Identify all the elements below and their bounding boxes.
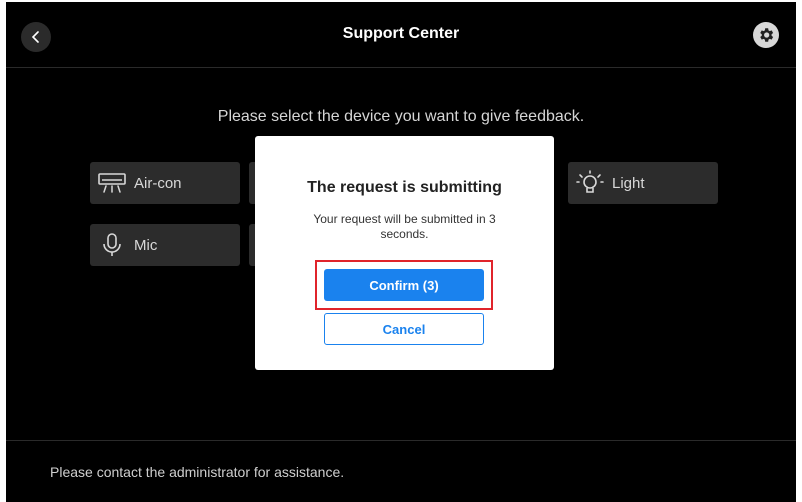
submit-confirm-dialog: The request is submitting Your request w… — [255, 136, 554, 370]
device-aircon-button[interactable]: Air-con — [90, 162, 240, 204]
device-label: Light — [612, 174, 645, 192]
device-label: Air-con — [134, 174, 182, 192]
device-label: Mic — [134, 236, 158, 254]
header-bar: Support Center — [6, 2, 796, 68]
cancel-button[interactable]: Cancel — [324, 313, 484, 345]
gear-icon — [760, 28, 774, 42]
dialog-title: The request is submitting — [307, 179, 502, 196]
device-select-prompt: Please select the device you want to giv… — [217, 108, 585, 125]
light-bulb-icon — [568, 170, 612, 196]
device-light-button[interactable]: Light — [568, 162, 718, 204]
support-center-screen: Support Center Please select the device … — [6, 2, 796, 502]
confirm-button[interactable]: Confirm (3) — [324, 269, 484, 301]
microphone-icon — [90, 233, 134, 257]
dialog-message: Your request will be submitted in 3 seco… — [313, 212, 496, 241]
air-conditioner-icon — [90, 172, 134, 194]
settings-button[interactable] — [753, 22, 779, 48]
page-title: Support Center — [342, 25, 460, 42]
device-mic-button[interactable]: Mic — [90, 224, 240, 266]
footer-bar: Please contact the administrator for ass… — [6, 440, 796, 502]
footer-help-text: Please contact the administrator for ass… — [50, 464, 345, 480]
